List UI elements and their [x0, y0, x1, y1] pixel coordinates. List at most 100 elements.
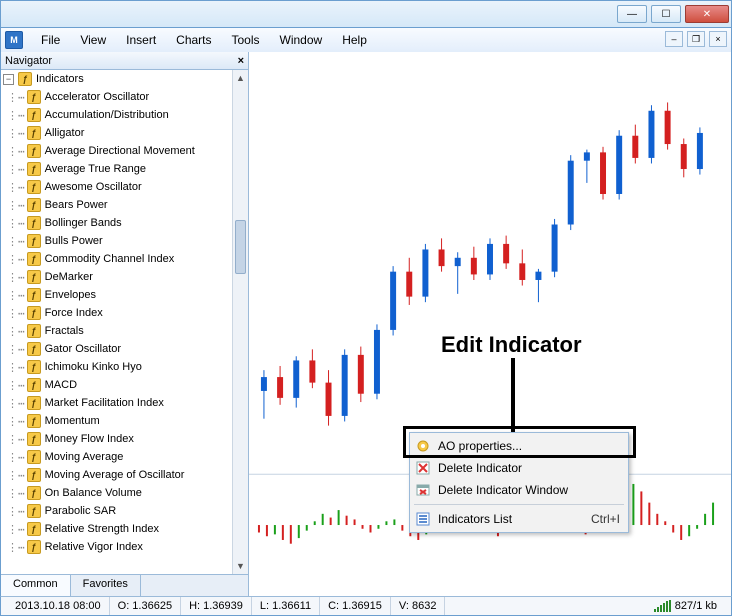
collapse-icon[interactable]: − [3, 74, 14, 85]
indicator-icon: ƒ [27, 378, 41, 392]
indicator-item[interactable]: ⋮⋯ƒOn Balance Volume [1, 484, 248, 502]
mdi-close-button[interactable]: × [709, 31, 727, 47]
indicator-item[interactable]: ⋮⋯ƒBulls Power [1, 232, 248, 250]
indicator-item[interactable]: ⋮⋯ƒMoving Average [1, 448, 248, 466]
indicator-item[interactable]: ⋮⋯ƒAwesome Oscillator [1, 178, 248, 196]
tab-common[interactable]: Common [1, 575, 71, 596]
indicator-icon: ƒ [27, 522, 41, 536]
mdi-minimize-button[interactable]: – [665, 31, 683, 47]
indicator-label: Relative Vigor Index [45, 541, 143, 553]
indicator-item[interactable]: ⋮⋯ƒFractals [1, 322, 248, 340]
indicator-item[interactable]: ⋮⋯ƒDeMarker [1, 268, 248, 286]
chart-area[interactable]: Edit Indicator AO properties... Delete I… [249, 52, 731, 596]
indicator-item[interactable]: ⋮⋯ƒAverage Directional Movement [1, 142, 248, 160]
indicator-icon: ƒ [27, 252, 41, 266]
indicator-label: Ichimoku Kinko Hyo [45, 361, 142, 373]
list-icon [414, 511, 432, 527]
indicator-label: Relative Strength Index [45, 523, 159, 535]
tree-root-label: Indicators [36, 73, 84, 85]
menu-window[interactable]: Window [270, 28, 333, 52]
status-datetime: 2013.10.18 08:00 [7, 597, 110, 615]
delete-icon [414, 460, 432, 476]
indicator-label: Commodity Channel Index [45, 253, 175, 265]
indicator-item[interactable]: ⋮⋯ƒMACD [1, 376, 248, 394]
indicator-icon: ƒ [27, 360, 41, 374]
delete-window-icon [414, 482, 432, 498]
indicator-label: DeMarker [45, 271, 93, 283]
menu-file[interactable]: File [31, 28, 70, 52]
window-close-button[interactable]: ✕ [685, 5, 729, 23]
ctx-indicators-list[interactable]: Indicators List Ctrl+I [410, 508, 628, 530]
indicator-item[interactable]: ⋮⋯ƒEnvelopes [1, 286, 248, 304]
tab-favorites[interactable]: Favorites [71, 575, 141, 596]
ctx-delete-indicator-window[interactable]: Delete Indicator Window [410, 479, 628, 501]
status-net-label: 827/1 kb [675, 600, 717, 612]
indicator-item[interactable]: ⋮⋯ƒMoney Flow Index [1, 430, 248, 448]
indicator-item[interactable]: ⋮⋯ƒRelative Vigor Index [1, 538, 248, 556]
navigator-title: Navigator [5, 55, 52, 67]
indicator-item[interactable]: ⋮⋯ƒMomentum [1, 412, 248, 430]
navigator-close-button[interactable]: × [238, 55, 244, 67]
ctx-delete-indicator[interactable]: Delete Indicator [410, 457, 628, 479]
indicator-label: Money Flow Index [45, 433, 134, 445]
indicator-label: Momentum [45, 415, 100, 427]
folder-indicator-icon: ƒ [18, 72, 32, 86]
indicator-icon: ƒ [27, 342, 41, 356]
navigator-tree[interactable]: − ƒ Indicators ⋮⋯ƒAccelerator Oscillator… [1, 70, 248, 574]
scroll-down-arrow-icon[interactable]: ▼ [233, 558, 248, 574]
menu-help[interactable]: Help [332, 28, 377, 52]
indicator-icon: ƒ [27, 414, 41, 428]
menu-insert[interactable]: Insert [116, 28, 166, 52]
window-maximize-button[interactable]: ☐ [651, 5, 681, 23]
indicator-icon: ƒ [27, 396, 41, 410]
indicator-item[interactable]: ⋮⋯ƒIchimoku Kinko Hyo [1, 358, 248, 376]
status-open: O: 1.36625 [110, 597, 181, 615]
status-connection: 827/1 kb [642, 597, 725, 615]
scroll-thumb[interactable] [235, 220, 246, 274]
indicator-icon: ƒ [27, 126, 41, 140]
indicator-item[interactable]: ⋮⋯ƒBollinger Bands [1, 214, 248, 232]
scroll-up-arrow-icon[interactable]: ▲ [233, 70, 248, 86]
indicator-item[interactable]: ⋮⋯ƒAlligator [1, 124, 248, 142]
indicator-icon: ƒ [27, 198, 41, 212]
annotation-edit-indicator: Edit Indicator [441, 332, 582, 358]
indicator-icon: ƒ [27, 108, 41, 122]
mdi-restore-button[interactable]: ❐ [687, 31, 705, 47]
mdi-window-controls: – ❐ × [665, 31, 727, 47]
ctx-ao-properties[interactable]: AO properties... [410, 435, 628, 457]
navigator-header: Navigator × [1, 52, 248, 70]
indicator-item[interactable]: ⋮⋯ƒParabolic SAR [1, 502, 248, 520]
ctx-indicators-list-hotkey: Ctrl+I [591, 512, 620, 526]
indicator-icon: ƒ [27, 90, 41, 104]
menu-tools[interactable]: Tools [222, 28, 270, 52]
workspace: Navigator × − ƒ Indicators ⋮⋯ƒAccelerato… [0, 52, 732, 596]
statusbar: 2013.10.18 08:00 O: 1.36625 H: 1.36939 L… [0, 596, 732, 616]
indicator-item[interactable]: ⋮⋯ƒAverage True Range [1, 160, 248, 178]
annotation-leader-line [511, 358, 515, 436]
indicator-label: Bollinger Bands [45, 217, 122, 229]
indicator-item[interactable]: ⋮⋯ƒBears Power [1, 196, 248, 214]
indicator-item[interactable]: ⋮⋯ƒAccelerator Oscillator [1, 88, 248, 106]
indicator-label: Awesome Oscillator [45, 181, 142, 193]
indicator-item[interactable]: ⋮⋯ƒForce Index [1, 304, 248, 322]
ctx-delete-indicator-window-label: Delete Indicator Window [438, 483, 568, 497]
indicator-item[interactable]: ⋮⋯ƒRelative Strength Index [1, 520, 248, 538]
indicator-item[interactable]: ⋮⋯ƒGator Oscillator [1, 340, 248, 358]
indicator-item[interactable]: ⋮⋯ƒMarket Facilitation Index [1, 394, 248, 412]
window-titlebar: — ☐ ✕ [0, 0, 732, 28]
ctx-ao-properties-label: AO properties... [438, 439, 522, 453]
indicator-label: Parabolic SAR [45, 505, 117, 517]
navigator-scrollbar[interactable]: ▲ ▼ [232, 70, 248, 574]
indicator-item[interactable]: ⋮⋯ƒCommodity Channel Index [1, 250, 248, 268]
indicator-label: Force Index [45, 307, 103, 319]
indicator-item[interactable]: ⋮⋯ƒAccumulation/Distribution [1, 106, 248, 124]
tree-root-indicators[interactable]: − ƒ Indicators [1, 70, 248, 88]
connection-bars-icon [654, 600, 671, 612]
indicator-item[interactable]: ⋮⋯ƒMoving Average of Oscillator [1, 466, 248, 484]
menu-charts[interactable]: Charts [166, 28, 221, 52]
menu-view[interactable]: View [70, 28, 116, 52]
window-minimize-button[interactable]: — [617, 5, 647, 23]
indicator-label: Bulls Power [45, 235, 103, 247]
navigator-tabs: Common Favorites [1, 574, 248, 596]
ctx-delete-indicator-label: Delete Indicator [438, 461, 522, 475]
